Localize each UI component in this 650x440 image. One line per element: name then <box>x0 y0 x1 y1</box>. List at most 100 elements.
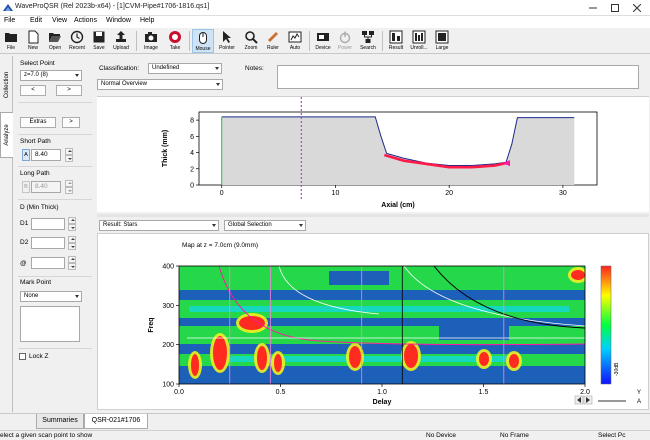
section-divider <box>18 102 92 103</box>
scroll-left-button[interactable] <box>574 395 584 405</box>
minimize-button[interactable] <box>582 0 604 16</box>
at-input[interactable] <box>31 257 65 269</box>
x-tick-label: 1.0 <box>377 389 387 396</box>
section-divider <box>18 166 92 167</box>
save-button[interactable]: Save <box>88 29 110 53</box>
map-low-band <box>329 271 389 285</box>
tab-analyze[interactable]: Analyze <box>0 112 13 158</box>
d2-input[interactable] <box>31 237 65 249</box>
tab-collection[interactable]: Collection <box>0 60 13 110</box>
classification-label: Classification: <box>99 65 140 72</box>
upload-button[interactable]: Upload <box>110 29 132 53</box>
extras-button[interactable]: Extras <box>20 117 56 128</box>
zoom-slider[interactable] <box>598 400 626 402</box>
y-tick-label: 4 <box>190 150 194 157</box>
long-path-stepper[interactable] <box>65 180 73 194</box>
y-tick-label: 6 <box>190 134 194 141</box>
status-device: No Device <box>426 432 456 439</box>
large-button[interactable]: Large <box>431 29 453 53</box>
maximize-button[interactable] <box>604 0 626 16</box>
y-tick-label: 400 <box>162 264 174 271</box>
d1-label: D1 <box>20 220 29 227</box>
tab-summaries[interactable]: Summaries <box>36 414 84 429</box>
scroll-right-button[interactable] <box>583 395 593 405</box>
stepper-up[interactable] <box>68 256 76 263</box>
menu-help[interactable]: Help <box>140 17 154 24</box>
stepper-down[interactable] <box>68 263 76 270</box>
close-button[interactable] <box>626 0 648 16</box>
classification-dropdown[interactable]: Undefined <box>148 63 222 74</box>
take-button[interactable]: Take <box>164 29 186 53</box>
x-tick-label: 1.5 <box>479 389 489 396</box>
stepper-down[interactable] <box>68 243 76 250</box>
lock-z-label: Lock Z <box>29 353 49 360</box>
menu-actions[interactable]: Actions <box>74 17 97 24</box>
map-hot-spot <box>404 344 418 368</box>
zoom-button[interactable]: Zoom <box>240 29 262 53</box>
map-hot-spot <box>274 354 282 372</box>
device-button[interactable]: Device <box>312 29 334 53</box>
search-button[interactable]: Search <box>357 29 379 53</box>
d1-stepper[interactable] <box>68 217 76 231</box>
mouse-button[interactable]: Mouse <box>192 29 214 53</box>
short-path-tag[interactable]: A <box>22 149 30 161</box>
map-hot-spot <box>509 354 519 368</box>
map-header: Result: Stars Global Selection <box>97 217 649 233</box>
stepper-up[interactable] <box>68 217 76 224</box>
file-button[interactable]: File <box>0 29 22 53</box>
menu-file[interactable]: File <box>4 17 15 24</box>
extras-more-button[interactable]: > <box>62 117 80 128</box>
d2-stepper[interactable] <box>68 236 76 250</box>
large-view-icon <box>435 30 449 44</box>
stepper-up[interactable] <box>68 236 76 243</box>
menu-window[interactable]: Window <box>106 17 131 24</box>
stepper-down[interactable] <box>65 187 73 194</box>
x-tick-label: 30 <box>559 190 567 197</box>
ruler-button[interactable]: Ruler <box>262 29 284 53</box>
pointer-button[interactable]: Pointer <box>216 29 238 53</box>
mark-point-list[interactable] <box>20 306 80 342</box>
new-button[interactable]: New <box>22 29 44 53</box>
auto-button[interactable]: Auto <box>284 29 306 53</box>
recent-button[interactable]: Recent <box>66 29 88 53</box>
long-path-input[interactable]: 8.40 <box>31 181 61 193</box>
unroll-button[interactable]: Unroll... <box>408 29 430 53</box>
tab-scan-file[interactable]: QSR-021#1706 <box>84 414 148 429</box>
chevron-down-icon <box>75 295 79 298</box>
result-icon <box>389 30 403 44</box>
chevron-down-icon <box>67 190 72 192</box>
short-path-stepper[interactable] <box>65 148 73 162</box>
mark-point-dropdown[interactable]: None <box>20 291 82 302</box>
menu-view[interactable]: View <box>52 17 67 24</box>
select-point-dropdown[interactable]: z=7.0 (8) <box>20 70 82 81</box>
image-button[interactable]: Image <box>140 29 162 53</box>
chevron-down-icon <box>299 224 303 227</box>
stepper-down[interactable] <box>68 224 76 231</box>
power-button[interactable]: Power <box>334 29 356 53</box>
folder-icon <box>5 33 17 42</box>
color-scale-bar <box>600 265 612 385</box>
open-button[interactable]: Open <box>44 29 66 53</box>
overview-dropdown[interactable]: Normal Overview <box>97 79 223 90</box>
maximize-icon <box>611 4 619 12</box>
record-icon <box>169 31 181 43</box>
x-tick-label: 10 <box>332 190 340 197</box>
next-point-button[interactable]: > <box>56 85 82 96</box>
thickness-chart[interactable]: 0 10 20 30 0 2 4 6 8 Axial (cm) Thick (mm) <box>97 97 649 213</box>
result-dropdown[interactable]: Result: Stars <box>99 220 219 231</box>
notes-textarea[interactable] <box>277 65 639 89</box>
menu-edit[interactable]: Edit <box>30 17 42 24</box>
d1-input[interactable] <box>31 218 65 230</box>
long-path-tag[interactable]: B <box>22 181 30 193</box>
stepper-down[interactable] <box>65 155 73 162</box>
short-path-input[interactable]: 8.40 <box>31 149 61 161</box>
power-icon <box>339 31 351 44</box>
frequency-delay-map[interactable]: Map at z = 7.0cm (9.0mm) 0.0 0.5 1.0 1.5 2.0… <box>98 234 650 411</box>
stepper-up[interactable] <box>65 148 73 155</box>
previous-point-button[interactable]: < <box>20 85 46 96</box>
selection-dropdown[interactable]: Global Selection <box>224 220 306 231</box>
at-stepper[interactable] <box>68 256 76 270</box>
result-button[interactable]: Result <box>385 29 407 53</box>
stepper-up[interactable] <box>65 180 73 187</box>
lock-z-checkbox[interactable] <box>19 353 26 360</box>
